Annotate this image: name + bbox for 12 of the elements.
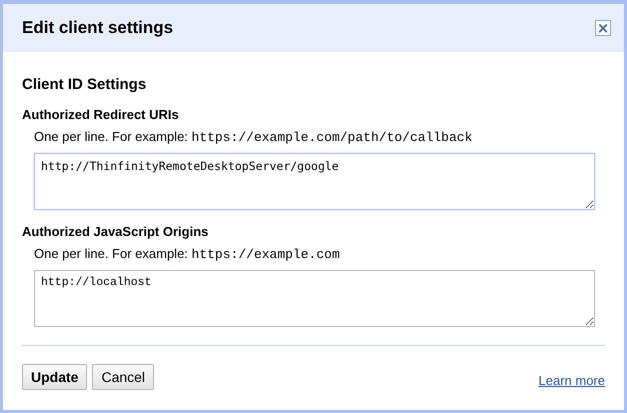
dialog-title: Edit client settings [22,18,174,38]
input-field[interactable]: http://ThinfinityRemoteDesktopServer/google [34,153,595,210]
field-label: Authorized Redirect URIs [22,107,180,122]
input-field[interactable]: http://localhost [34,270,595,327]
cancel-button[interactable]: Cancel [92,364,154,390]
learn-more-link[interactable]: Learn more [538,373,605,388]
field-hint: One per line. For example: https://example.com/path/to/callback [34,129,474,145]
update-button[interactable]: Update [22,364,88,390]
section-title: Client ID Settings [22,76,148,93]
field-hint: One per line. For example: https://example.com [34,246,341,262]
close-button[interactable]: × [595,20,611,36]
field-label: Authorized JavaScript Origins [22,224,210,239]
